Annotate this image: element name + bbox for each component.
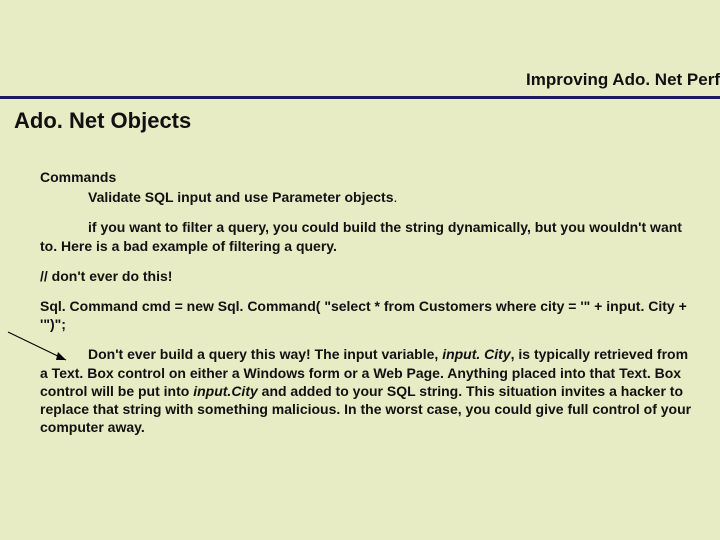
slide: Improving Ado. Net Perf Ado. Net Objects… — [0, 0, 720, 540]
paragraph-1: if you want to filter a query, you could… — [40, 218, 696, 254]
p2-a: Don't ever build a query this way! The i… — [88, 346, 442, 362]
paragraph-1-text: if you want to filter a query, you could… — [40, 219, 682, 253]
commands-point-period: . — [394, 189, 398, 205]
p2-var1: input. City — [442, 346, 510, 362]
commands-point: Validate SQL input and use Parameter obj… — [88, 188, 696, 206]
header-band: Improving Ado. Net Perf — [0, 0, 720, 99]
slide-title: Ado. Net Objects — [14, 108, 191, 134]
paragraph-2: Don't ever build a query this way! The i… — [40, 345, 696, 436]
content-block: Commands Validate SQL input and use Para… — [40, 168, 696, 448]
p2-var2: input.City — [193, 383, 258, 399]
header-right-label: Improving Ado. Net Perf — [526, 70, 720, 90]
commands-heading: Commands — [40, 168, 696, 186]
warning-line: // don't ever do this! — [40, 267, 696, 285]
code-line: Sql. Command cmd = new Sql. Command( "se… — [40, 297, 696, 333]
commands-point-bold: Validate SQL input and use Parameter obj… — [88, 189, 394, 205]
